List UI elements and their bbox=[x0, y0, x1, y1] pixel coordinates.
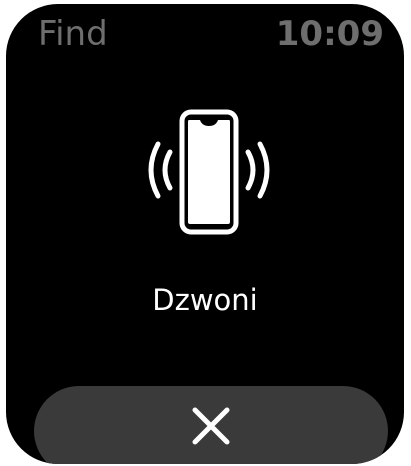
phone-screen bbox=[188, 120, 230, 224]
left-outer-wave bbox=[148, 141, 161, 199]
app-title: Find bbox=[38, 14, 108, 54]
status-bar: Find 10:09 bbox=[6, 4, 404, 64]
ringing-phone-svg bbox=[148, 109, 270, 235]
ringing-status-label: Dzwoni bbox=[152, 283, 258, 317]
right-outer-wave bbox=[257, 141, 270, 199]
watch-screen: Find 10:09 Dzwoni bbox=[6, 4, 404, 464]
close-icon bbox=[192, 407, 230, 445]
left-inner-wave bbox=[162, 149, 173, 191]
clock: 10:09 bbox=[275, 14, 384, 54]
ringing-phone-icon bbox=[134, 108, 284, 238]
cancel-button[interactable] bbox=[34, 386, 388, 464]
right-inner-wave bbox=[245, 149, 256, 191]
